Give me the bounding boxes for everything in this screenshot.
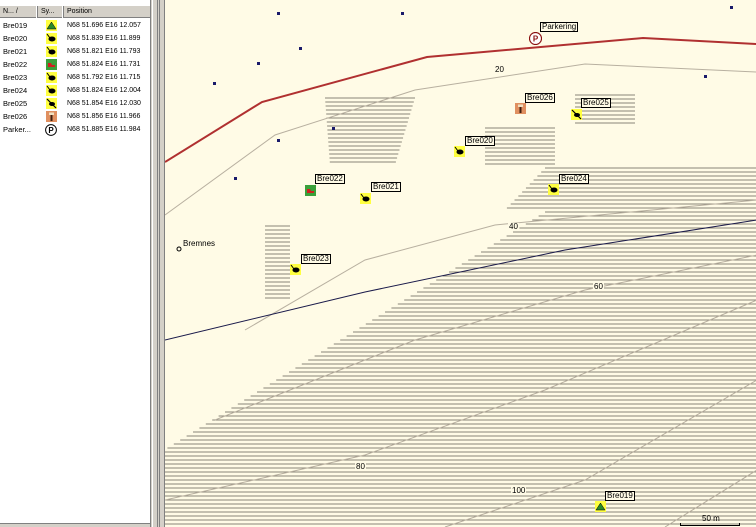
map-label-bre023[interactable]: Bre023: [301, 254, 331, 264]
fishing-icon: [38, 33, 64, 44]
waypoint-position: N68 51.839 E16 11.899: [67, 35, 141, 42]
waypoint-rows: Bre019 N68 51.696 E16 12.057 Bre020 N68 51.…: [0, 19, 150, 136]
point-marker: [277, 139, 280, 142]
point-marker: [234, 177, 237, 180]
map-waypoint-parkering-parking-icon[interactable]: P: [528, 31, 543, 46]
waypoint-name: Bre022: [3, 60, 28, 69]
point-marker: [730, 6, 733, 9]
map-label-bre021[interactable]: Bre021: [371, 182, 401, 192]
map-label-bre024[interactable]: Bre024: [559, 174, 589, 184]
map-waypoint-bre020-fishing-icon[interactable]: [454, 146, 465, 157]
column-header-position[interactable]: Position: [64, 6, 150, 18]
waypoint-name: Bre024: [3, 86, 28, 95]
no-fishing-icon: [38, 98, 64, 109]
map-label-bre022[interactable]: Bre022: [315, 174, 345, 184]
table-row[interactable]: Parker... P N68 51.885 E16 11.984: [0, 123, 150, 136]
point-marker: [704, 75, 707, 78]
waypoint-position: N68 51.856 E16 11.966: [67, 113, 141, 120]
map-label-bre019[interactable]: Bre019: [605, 491, 635, 501]
bremnes-marker: [176, 246, 182, 252]
scale-label: 50 m: [702, 514, 720, 523]
map-point-markers: [213, 6, 733, 180]
contour-label-80: 80: [355, 462, 366, 471]
column-header-name[interactable]: N... /: [0, 6, 38, 18]
map-waypoint-bre025-no-fishing-icon[interactable]: [571, 109, 582, 120]
road-line: [165, 36, 756, 163]
point-marker: [257, 62, 260, 65]
tent-icon: [38, 20, 64, 31]
contour-label-40: 40: [508, 222, 519, 231]
panel-splitter[interactable]: [152, 0, 164, 527]
waypoint-name: Bre023: [3, 73, 28, 82]
list-header: N... / Sy... Position: [0, 5, 150, 18]
waypoint-name: Bre019: [3, 21, 28, 30]
waypoint-name: Parker...: [3, 125, 31, 134]
point-marker: [332, 127, 335, 130]
svg-text:P: P: [48, 126, 54, 135]
waypoint-position: N68 51.696 E16 12.057: [67, 22, 141, 29]
point-marker: [277, 12, 280, 15]
contour-label-100: 100: [511, 486, 527, 495]
map-waypoint-bre026-info-sign-icon[interactable]: [515, 103, 526, 114]
map-waypoint-bre023-fishing-icon[interactable]: [290, 264, 301, 275]
info-sign-icon: [38, 111, 64, 122]
fishing-icon: [38, 46, 64, 57]
table-row[interactable]: Bre021 N68 51.821 E16 11.793: [0, 45, 150, 58]
waypoint-position: N68 51.792 E16 11.715: [67, 74, 141, 81]
waypoint-position: N68 51.824 E16 12.004: [67, 87, 141, 94]
map-waypoint-bre021-fishing-icon[interactable]: [360, 193, 371, 204]
table-row[interactable]: Bre022 N68 51.824 E16 11.731: [0, 58, 150, 71]
map-waypoint-bre024-fishing-icon[interactable]: [548, 184, 559, 195]
point-marker: [299, 47, 302, 50]
table-row[interactable]: Bre026 N68 51.856 E16 11.966: [0, 110, 150, 123]
waypoint-list-panel: N... / Sy... Position Bre019 N68 51.696 E…: [0, 0, 151, 527]
fishing-icon: [38, 85, 64, 96]
waypoint-name: Bre021: [3, 47, 28, 56]
map-canvas[interactable]: [165, 0, 756, 527]
waypoint-position: N68 51.824 E16 11.731: [67, 61, 141, 68]
scale-bar: [680, 523, 740, 526]
map-label-bre020[interactable]: Bre020: [465, 136, 495, 146]
fishing-icon: [38, 72, 64, 83]
table-row[interactable]: Bre025 N68 51.854 E16 12.030: [0, 97, 150, 110]
map-label-bre025[interactable]: Bre025: [581, 98, 611, 108]
point-marker: [401, 12, 404, 15]
table-row[interactable]: Bre024 N68 51.824 E16 12.004: [0, 84, 150, 97]
contour-label-60: 60: [593, 282, 604, 291]
point-marker: [213, 82, 216, 85]
map-view[interactable]: Bremnes 20 40 60 80 100 Bre019 Bre020 Br…: [164, 0, 756, 527]
water-hatch-lower: [165, 211, 756, 525]
waypoint-name: Bre025: [3, 99, 28, 108]
column-header-symbol[interactable]: Sy...: [38, 6, 64, 18]
parking-icon: P: [38, 123, 64, 136]
map-label-parkering[interactable]: Parkering: [540, 22, 579, 32]
waypoint-name: Bre026: [3, 112, 28, 121]
waypoint-position: N68 51.854 E16 12.030: [67, 100, 141, 107]
contour-label-20: 20: [494, 65, 505, 74]
table-row[interactable]: Bre020 N68 51.839 E16 11.899: [0, 32, 150, 45]
table-row[interactable]: Bre019 N68 51.696 E16 12.057: [0, 19, 150, 32]
waypoint-name: Bre020: [3, 34, 28, 43]
map-label-bre026[interactable]: Bre026: [525, 93, 555, 103]
waypoint-position: N68 51.821 E16 11.793: [67, 48, 141, 55]
map-waypoint-bre019-tent-icon[interactable]: [595, 501, 606, 512]
map-waypoint-bre022-shoe-icon[interactable]: [305, 185, 316, 196]
svg-text:P: P: [533, 35, 539, 44]
shoe-icon: [38, 59, 64, 70]
place-label-bremnes: Bremnes: [183, 239, 216, 248]
list-horizontal-scrollbar[interactable]: [0, 523, 150, 527]
table-row[interactable]: Bre023 N68 51.792 E16 11.715: [0, 71, 150, 84]
waypoint-position: N68 51.885 E16 11.984: [67, 126, 141, 133]
splitter-grip[interactable]: [157, 0, 160, 527]
